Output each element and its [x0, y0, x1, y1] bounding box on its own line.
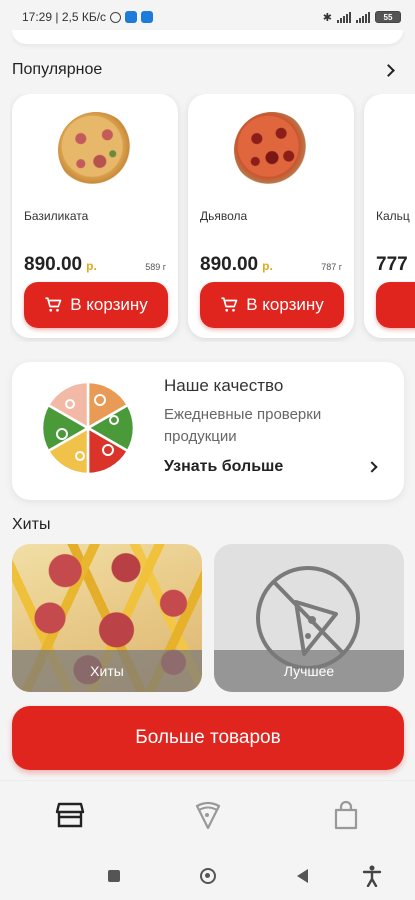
add-to-cart-button[interactable]: В корзину [200, 282, 344, 328]
product-price: 890.00 р. [200, 254, 273, 275]
system-navigation-bar [0, 850, 415, 900]
quality-pizza-logo [40, 380, 136, 476]
cart-button-label: В корзину [246, 295, 324, 314]
add-to-cart-button[interactable]: В корзину [24, 282, 168, 328]
popular-header[interactable]: Популярное [12, 58, 403, 82]
popular-title: Популярное [12, 61, 103, 78]
home-button[interactable] [196, 864, 220, 888]
product-name: Базиликата [24, 209, 89, 223]
currency: р. [86, 259, 97, 273]
learn-more-label: Узнать больше [164, 458, 284, 475]
product-card[interactable]: Базиликата 890.00 р. 589 г В корзину [12, 94, 178, 338]
battery-icon: 55 [375, 11, 401, 23]
tile-label: Лучшее [214, 650, 404, 692]
popular-carousel[interactable]: Базиликата 890.00 р. 589 г В корзину Дьяв… [10, 94, 415, 342]
product-name: Дьявола [200, 209, 248, 223]
alarm-icon [110, 11, 122, 23]
store-icon [55, 802, 85, 828]
chevron-right-icon [366, 461, 378, 473]
chevron-right-icon[interactable] [382, 63, 395, 77]
bag-icon [334, 800, 358, 830]
nav-cart[interactable] [330, 799, 362, 831]
learn-more-link[interactable]: Узнать больше [164, 458, 378, 476]
signal-icon [356, 11, 370, 23]
nav-store[interactable] [54, 799, 86, 831]
category-tile-best[interactable]: Лучшее [214, 544, 404, 692]
cart-icon [221, 297, 238, 312]
pizza-slice-icon [195, 801, 221, 830]
status-bar: 17:29 | 2,5 КБ/с ✱ 55 [0, 0, 415, 34]
cart-icon [45, 297, 62, 312]
accessibility-icon [362, 865, 382, 887]
back-button[interactable] [290, 864, 314, 888]
product-name: Кальц [376, 209, 410, 223]
cart-button-label: В корзину [70, 295, 148, 314]
signal-icon [337, 11, 351, 23]
category-tile-hits[interactable]: Хиты [12, 544, 202, 692]
product-price: 890.00 р. [24, 254, 97, 275]
nav-menu[interactable] [192, 799, 224, 831]
chat-icon [141, 11, 154, 23]
add-to-cart-button[interactable] [376, 282, 415, 328]
square-icon [108, 870, 120, 882]
product-price: 777 [376, 254, 408, 275]
pizza-image [234, 112, 310, 188]
quality-card[interactable]: Наше качество Ежедневные проверки продук… [12, 362, 404, 500]
bottom-navigation [0, 780, 415, 850]
product-card[interactable]: Дьявола 890.00 р. 787 г В корзину [188, 94, 354, 338]
back-triangle-icon [296, 869, 308, 883]
accessibility-button[interactable] [360, 864, 384, 888]
currency: р. [262, 259, 273, 273]
bluetooth-icon: ✱ [322, 11, 332, 24]
status-time: 17:29 | 2,5 КБ/с [22, 10, 107, 24]
product-card[interactable]: Кальц 777 [364, 94, 415, 338]
banner-bottom-edge [12, 30, 403, 44]
product-weight: 589 г [145, 262, 166, 272]
recent-apps-button[interactable] [102, 864, 126, 888]
quality-description: Ежедневные проверки продукции [164, 406, 322, 445]
more-products-button[interactable]: Больше товаров [12, 706, 404, 770]
quality-title: Наше качество [164, 376, 284, 395]
pizza-image [58, 112, 134, 188]
telegram-icon [125, 11, 138, 23]
product-weight: 787 г [321, 262, 342, 272]
home-circle-icon [200, 868, 216, 884]
hits-title: Хиты [12, 516, 51, 533]
tile-label: Хиты [12, 650, 202, 692]
